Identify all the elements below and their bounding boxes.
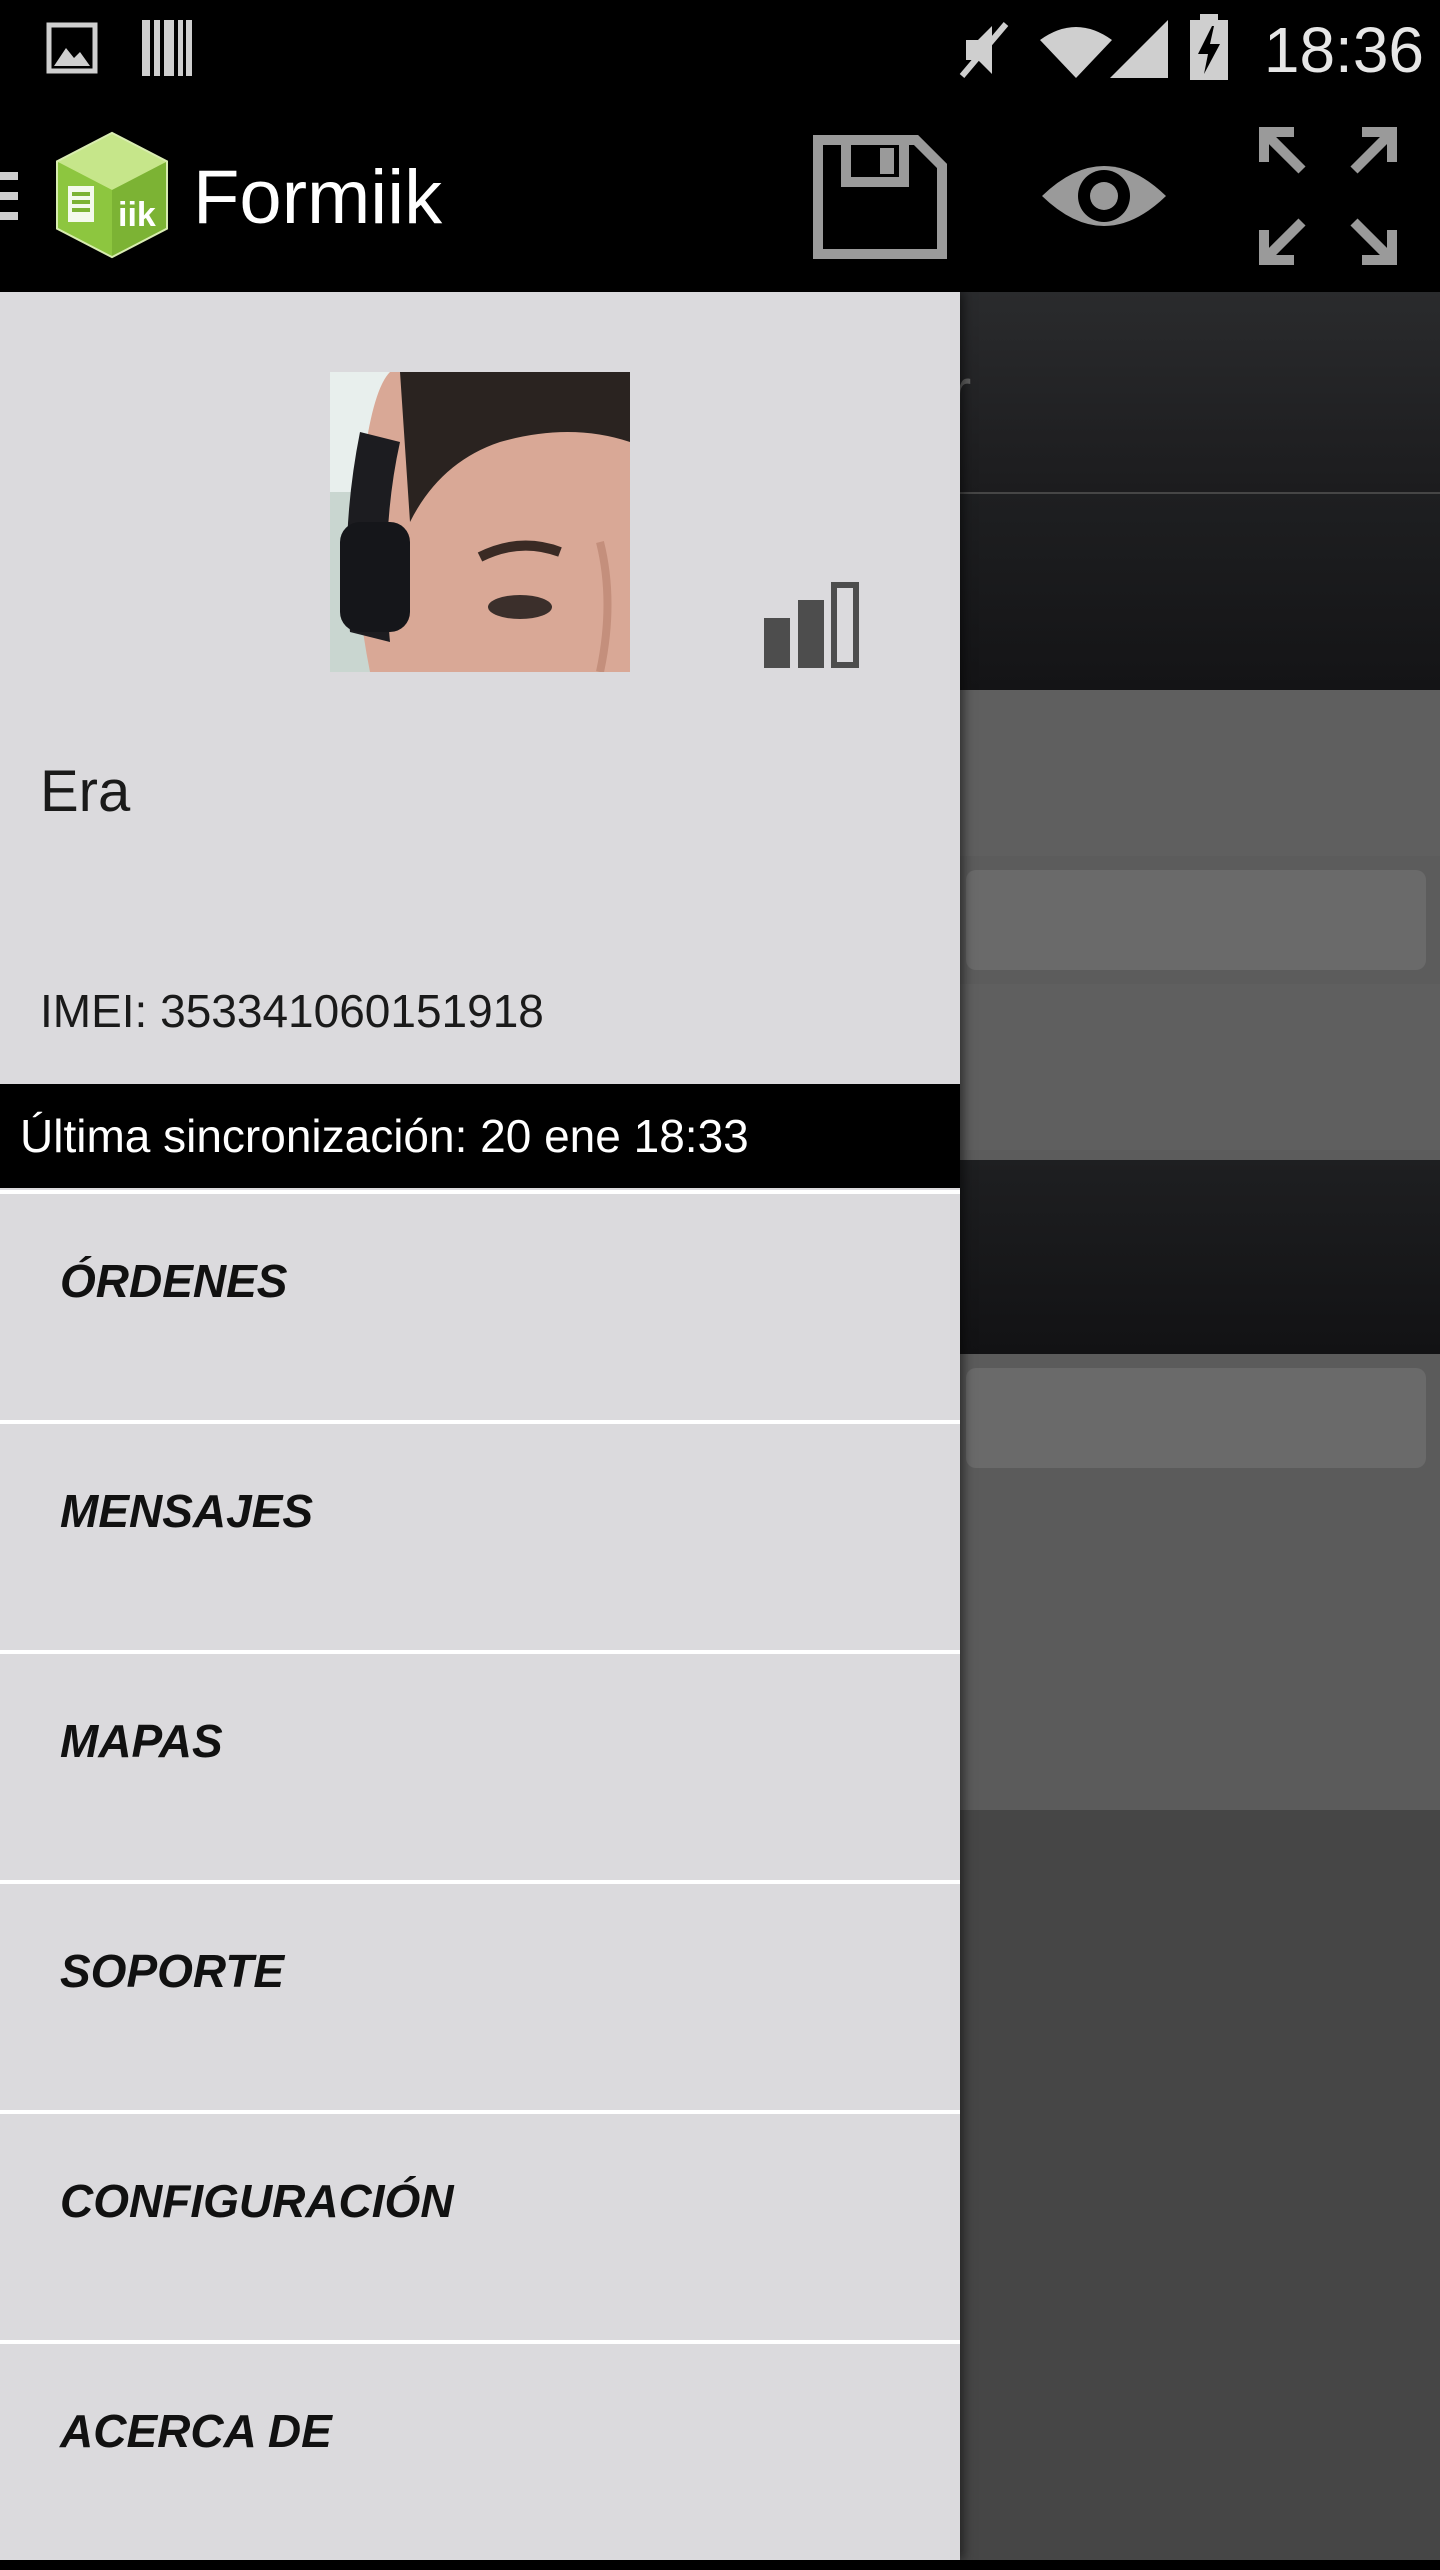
wifi-icon — [1040, 27, 1112, 78]
app-title: Formiik — [193, 155, 443, 240]
menu-item-label: ACERCA DE — [60, 2405, 332, 2457]
avatar-photo — [330, 372, 630, 672]
signal-strength-icon — [764, 582, 859, 668]
preview-button[interactable] — [1026, 118, 1182, 274]
fullscreen-icon — [1259, 127, 1397, 265]
menu-item-label: MENSAJES — [60, 1485, 314, 1537]
menu-item-soporte[interactable]: SOPORTE — [0, 1880, 960, 2110]
user-name: Era — [40, 759, 131, 824]
menu-item-mensajes[interactable]: MENSAJES — [0, 1420, 960, 1650]
menu-item-label: CONFIGURACIÓN — [60, 2175, 454, 2227]
menu-item-ordenes[interactable]: ÓRDENES — [0, 1190, 960, 1420]
svg-text:iik: iik — [118, 196, 156, 234]
menu-item-label: MAPAS — [60, 1715, 223, 1767]
menu-item-label: ÓRDENES — [60, 1255, 288, 1307]
image-notification-icon — [46, 22, 98, 74]
barcode-notification-icon — [142, 20, 192, 76]
save-button[interactable] — [802, 118, 958, 274]
background-input-field — [966, 1368, 1426, 1468]
last-sync-text: Última sincronización: 20 ene 18:33 — [20, 1110, 749, 1162]
status-bar: 18:36 — [0, 0, 1440, 100]
formiik-logo-icon[interactable]: iik — [52, 130, 172, 260]
fullscreen-button[interactable] — [1250, 118, 1406, 274]
last-sync-bar: Última sincronización: 20 ene 18:33 — [0, 1084, 960, 1188]
menu-item-label: SOPORTE — [60, 1945, 285, 1997]
menu-item-acerca-de[interactable]: ACERCA DE — [0, 2340, 960, 2570]
status-time: 18:36 — [1263, 14, 1424, 86]
menu-item-mapas[interactable]: MAPAS — [0, 1650, 960, 1880]
battery-charging-icon — [1190, 14, 1228, 80]
menu-item-configuracion[interactable]: CONFIGURACIÓN — [0, 2110, 960, 2340]
imei-label: IMEI: 353341060151918 — [40, 985, 544, 1037]
mute-icon — [959, 22, 1009, 78]
navigation-drawer: Era IMEI: 353341060151918 Última sincron… — [0, 292, 960, 2560]
drawer-menu: ÓRDENES MENSAJES MAPAS SOPORTE CONFIGURA… — [0, 1190, 960, 2570]
avatar[interactable] — [330, 372, 630, 672]
background-input-field — [966, 870, 1426, 970]
save-icon — [813, 135, 947, 259]
eye-icon — [1042, 166, 1166, 226]
cell-signal-icon — [1110, 20, 1168, 78]
menu-hamburger-icon[interactable] — [0, 166, 20, 226]
action-bar: iik Formiik — [0, 100, 1440, 292]
